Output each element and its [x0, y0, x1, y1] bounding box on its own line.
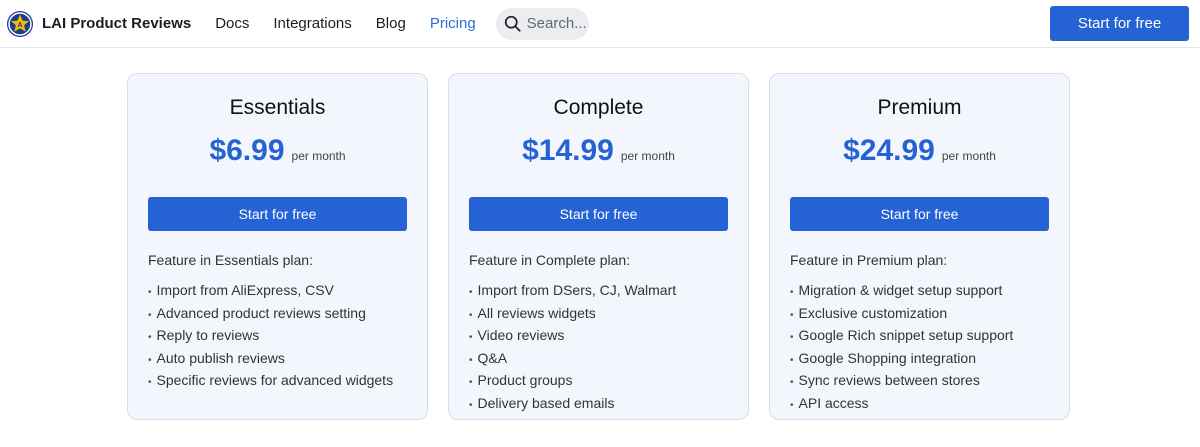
list-item: • Exclusive customization [790, 304, 948, 321]
list-item: • Product groups [469, 372, 573, 388]
feature-list: • Import from AliExpress, CSV • Advanced p… [148, 279, 407, 392]
star-logo-icon: A [7, 10, 33, 37]
list-item: • Auto publish reviews [148, 349, 285, 366]
list-item: • Import from AliExpress, CSV [148, 282, 334, 298]
plan-card-premium: Premium $24.99 per month Start for free … [769, 73, 1070, 420]
top-navbar: A LAI Product Reviews Docs Integrations … [0, 0, 1200, 48]
feature-heading: Feature in Complete plan: [469, 252, 631, 268]
feature-list: • Migration & widget setup support • Exclu… [790, 279, 1049, 414]
feature-heading: Feature in Essentials plan: [148, 252, 313, 268]
feature-list: • Import from DSers, CJ, Walmart • All rev… [469, 279, 728, 414]
nav-link-docs[interactable]: Docs [203, 15, 261, 32]
list-item: • Reply to reviews [148, 327, 260, 343]
essentials-start-free-button[interactable]: Start for free [148, 197, 407, 231]
plan-period: per month [291, 149, 346, 163]
brand-name: LAI Product Reviews [42, 15, 192, 32]
plan-period: per month [620, 149, 675, 163]
list-item: • API access [790, 394, 869, 411]
plan-price: $6.99 [209, 134, 285, 167]
nav-link-pricing[interactable]: Pricing [418, 15, 488, 32]
price-row: $6.99 per month [148, 134, 407, 174]
search-icon [504, 15, 521, 32]
list-item: • Specific reviews for advanced widgets [148, 372, 394, 388]
plan-title: Essentials [229, 96, 326, 119]
list-item: • Sync reviews between stores [790, 372, 980, 388]
list-item: • Import from DSers, CJ, Walmart [469, 282, 677, 298]
plan-title: Complete [553, 96, 644, 119]
list-item: • All reviews widgets [469, 304, 596, 321]
brand-link[interactable]: A LAI Product Reviews [6, 10, 191, 38]
list-item: • Migration & widget setup support [790, 282, 1003, 298]
plan-card-complete: Complete $14.99 per month Start for free… [448, 73, 749, 420]
list-item: • Advanced product reviews setting [148, 304, 366, 321]
plan-card-essentials: Essentials $6.99 per month Start for fre… [127, 73, 428, 420]
list-item: • Delivery based emails [469, 394, 615, 411]
pricing-plans: Essentials $6.99 per month Start for fre… [0, 48, 1200, 447]
nav-link-blog[interactable]: Blog [364, 15, 418, 32]
search-button[interactable]: Search... [495, 7, 589, 40]
list-item: • Q&A [469, 349, 508, 366]
complete-start-free-button[interactable]: Start for free [469, 197, 728, 231]
premium-start-free-button[interactable]: Start for free [790, 197, 1049, 231]
plan-title: Premium [877, 96, 962, 119]
plan-price: $24.99 [843, 134, 935, 167]
plan-period: per month [941, 149, 996, 163]
plan-price: $14.99 [522, 134, 614, 167]
price-row: $24.99 per month [790, 134, 1049, 174]
feature-heading: Feature in Premium plan: [790, 252, 948, 268]
nav-links: Docs Integrations Blog Pricing [203, 15, 487, 32]
price-row: $14.99 per month [469, 134, 728, 174]
list-item: • Video reviews [469, 327, 565, 343]
list-item: • Google Rich snippet setup support [790, 327, 1014, 343]
svg-text:A: A [17, 22, 22, 29]
nav-link-integrations[interactable]: Integrations [261, 15, 363, 32]
list-item: • Google Shopping integration [790, 349, 976, 366]
search-placeholder: Search... [526, 15, 587, 32]
header-start-free-button[interactable]: Start for free [1050, 6, 1189, 41]
